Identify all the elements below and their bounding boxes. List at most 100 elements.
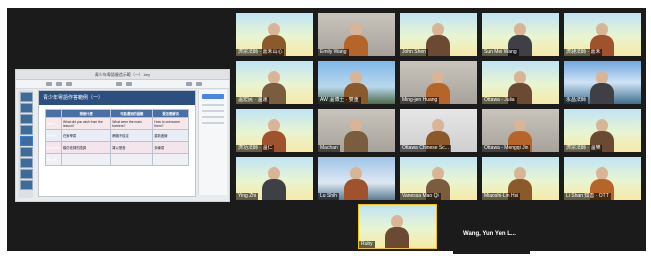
participant-tile[interactable]: Emily Wang: [318, 13, 395, 56]
table-header: 想做什麼: [61, 109, 112, 118]
participant-name: 濟宗法師 · 溫樂: [564, 145, 603, 152]
toolbar-icon: [186, 82, 192, 86]
participant-tile[interactable]: 永昌法師: [564, 61, 641, 104]
slide-thumbnail[interactable]: [20, 125, 33, 135]
participant-name: Ming-jen Huang: [400, 97, 440, 104]
row-label: Result: [44, 153, 63, 166]
table-header: 可能遇到的困難: [110, 109, 154, 118]
participant-name: Ottawa Chinese Sc...: [400, 145, 451, 152]
table-cell: How to overcome them?: [152, 117, 189, 130]
page: 青少年粵語營造示範（一）.key 青少年粵語作答範例（一） 想做什麼 可能遇到的…: [0, 0, 651, 256]
table-header: 要怎麼解決: [152, 109, 189, 118]
table-cell: [110, 153, 154, 166]
participant-video: [344, 167, 368, 200]
participant-name: 永昌法師: [564, 97, 589, 104]
participant-tile[interactable]: Lu Shih: [318, 157, 395, 200]
slide-thumbnail[interactable]: [20, 158, 33, 168]
participant-tile[interactable]: 溫宏民 · 溫運: [236, 61, 313, 104]
table-cell: 在家學習: [61, 129, 112, 142]
participant-tile[interactable]: Ottawa - Mengqi Jin: [482, 109, 559, 152]
participant-tile[interactable]: Ming-jen Huang: [400, 61, 477, 104]
participant-tile[interactable]: Li Shan 知善 · OTT: [564, 157, 641, 200]
slide-thumbnail[interactable]: [20, 92, 33, 102]
toolbar-icon: [66, 82, 72, 86]
meeting-window: 青少年粵語營造示範（一）.key 青少年粵語作答範例（一） 想做什麼 可能遇到的…: [7, 8, 646, 254]
shared-screen[interactable]: 青少年粵語營造示範（一）.key 青少年粵語作答範例（一） 想做什麼 可能遇到的…: [15, 69, 230, 202]
participant-video: [344, 119, 368, 152]
participant-tile[interactable]: Vanessa Mao Qi: [400, 157, 477, 200]
slide-thumbnail[interactable]: [20, 136, 33, 146]
speaker-name: Wang, Yun Yen L...: [463, 231, 516, 237]
shared-window-title: 青少年粵語營造示範（一）.key: [16, 70, 229, 80]
participant-tile[interactable]: 濟宗法師 · 溫樂: [564, 109, 641, 152]
current-slide: 青少年粵語作答範例（一） 想做什麼 可能遇到的困難 要怎麼解決 What Wha…: [38, 90, 196, 197]
participant-video: [262, 167, 286, 200]
participant-tile[interactable]: Ruby: [358, 204, 437, 249]
slide-thumbnail[interactable]: [20, 114, 33, 124]
table-row: Where 在家學習 網絡不穩定 重新連線: [44, 129, 189, 142]
torso: [344, 179, 368, 200]
participant-name: Emily Wang: [318, 49, 349, 56]
participant-tile[interactable]: Ying Zhi: [236, 157, 313, 200]
participant-name: John Shen: [400, 49, 428, 56]
participant-video: [385, 215, 409, 248]
toolbar-icon: [46, 82, 52, 86]
slide-title: 青少年粵語作答範例（一）: [39, 91, 195, 105]
participant-video: [590, 71, 614, 104]
table-cell: What were the main barriers?: [110, 117, 154, 130]
participant-tile[interactable]: Sun Mei Wang: [482, 13, 559, 56]
participant-name: Lu Shih: [318, 193, 339, 200]
format-button[interactable]: [202, 94, 224, 99]
row-label: What: [44, 117, 63, 130]
table-cell: 模仿老師的語調: [61, 141, 112, 154]
table-cell: 重新連線: [152, 129, 189, 142]
torso: [262, 179, 286, 200]
participant-tile[interactable]: Miaoshi-Lin Hsi: [482, 157, 559, 200]
participant-tile[interactable]: Machan: [318, 109, 395, 152]
slide-thumbnail[interactable]: [20, 103, 33, 113]
participant-name: Ying Zhi: [236, 193, 259, 200]
participant-name: 濟昶法師 · 嘉禾: [564, 49, 603, 56]
toolbar-icon: [116, 82, 122, 86]
participant-name: AW 溫博士 · 雙重: [318, 97, 361, 104]
sidebar-line: [202, 122, 224, 124]
participant-tile[interactable]: Ottawa - Julia: [482, 61, 559, 104]
participant-tile[interactable]: 濟昶法師 · 嘉禾: [564, 13, 641, 56]
sidebar-line: [202, 104, 224, 106]
row-label: Behavior: [44, 141, 63, 154]
participant-name: 溫宏民 · 溫運: [236, 97, 270, 104]
participant-video: [426, 23, 450, 56]
torso: [344, 131, 368, 152]
participant-name: 濟功法師 · 溫仁: [236, 145, 275, 152]
format-sidebar: [198, 90, 227, 195]
participant-name: Vanessa Mao Qi: [400, 193, 441, 200]
sidebar-line: [202, 110, 224, 112]
participant-name: Ruby: [359, 241, 375, 248]
slide-thumbnails: [18, 90, 33, 198]
participant-tile[interactable]: 濟宗法師 · 嘉禾山心: [236, 13, 313, 56]
sidebar-line: [202, 116, 224, 118]
slide-thumbnail[interactable]: [20, 169, 33, 179]
row-label: Where: [44, 129, 63, 142]
table-cell: [61, 153, 112, 166]
toolbar-icon: [196, 82, 202, 86]
table-cell: 網絡不穩定: [110, 129, 154, 142]
slide-thumbnail[interactable]: [20, 180, 33, 190]
torso: [426, 35, 450, 56]
participant-tile[interactable]: Ottawa Chinese Sc...: [400, 109, 477, 152]
table-cell: 難以發音: [110, 141, 154, 154]
toolbar-icon: [56, 82, 62, 86]
slide-thumbnail[interactable]: [20, 147, 33, 157]
table-row: Behavior 模仿老師的語調 難以發音 多練習: [44, 141, 189, 154]
table-cell: 多練習: [152, 141, 189, 154]
table-row: What What did you wish from the lesson? …: [44, 117, 189, 130]
participant-name: Ottawa - Julia: [482, 97, 517, 104]
participant-tile[interactable]: AW 溫博士 · 雙重: [318, 61, 395, 104]
participant-name: 濟宗法師 · 嘉禾山心: [236, 49, 285, 56]
participant-tile[interactable]: 濟功法師 · 溫仁: [236, 109, 313, 152]
participant-name: Li Shan 知善 · OTT: [564, 193, 611, 200]
participant-name: Ottawa - Mengqi Jin: [482, 145, 531, 152]
shared-toolbar: [16, 80, 229, 89]
participant-name: Machan: [318, 145, 340, 152]
participant-tile[interactable]: John Shen: [400, 13, 477, 56]
